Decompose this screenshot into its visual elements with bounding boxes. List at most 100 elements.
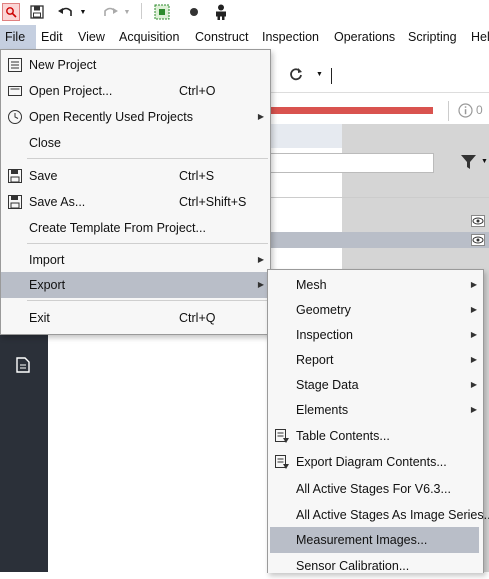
export-submenu: Mesh ▶ Geometry ▶ Inspection ▶ Report ▶ …	[267, 269, 489, 573]
menu-item-sensor-calibration[interactable]: Sensor Calibration...	[268, 553, 483, 579]
shortcut: Ctrl+S	[179, 169, 215, 183]
diagram-export-icon	[275, 455, 289, 469]
menu-separator	[27, 158, 268, 159]
info-count: 0	[476, 103, 483, 117]
menu-inspection[interactable]: Inspection	[257, 25, 324, 49]
menu-item-label: Elements	[296, 403, 349, 417]
refresh-dropdown-icon[interactable]: ▼	[316, 71, 323, 78]
menu-item-label: Stage Data	[296, 378, 359, 392]
menu-item-label: Open Project...	[29, 84, 113, 98]
redo-icon	[100, 3, 120, 21]
chevron-right-icon: ▶	[470, 305, 477, 314]
shortcut: Ctrl+Q	[179, 311, 216, 325]
menu-item-new-project[interactable]: New Project	[1, 52, 270, 78]
eye-icon[interactable]	[471, 215, 485, 230]
save-as-icon	[8, 195, 22, 209]
file-menu: New Project Open Project... Ctrl+O Open …	[0, 49, 271, 335]
menu-item-elements[interactable]: Elements ▶	[268, 397, 483, 423]
quick-access-toolbar: ▼ ▼	[0, 0, 489, 24]
menu-item-exit[interactable]: Exit Ctrl+Q	[1, 305, 270, 331]
menu-item-report[interactable]: Report ▶	[268, 347, 483, 373]
point-icon[interactable]	[186, 3, 202, 21]
filter-dropdown-icon[interactable]: ▼	[481, 158, 488, 165]
menu-item-inspection[interactable]: Inspection ▶	[268, 322, 483, 348]
chevron-right-icon: ▶	[470, 405, 477, 414]
menu-item-label: Export	[29, 278, 66, 292]
text-cursor	[331, 68, 332, 84]
menu-item-label: Geometry	[296, 303, 351, 317]
filter-icon[interactable]	[461, 155, 476, 172]
menu-item-save-as[interactable]: Save As... Ctrl+Shift+S	[1, 189, 270, 215]
menu-item-label: Save	[29, 169, 58, 183]
undo-dropdown-icon[interactable]: ▼	[78, 3, 88, 21]
menu-item-active-stages-image-series[interactable]: All Active Stages As Image Series...	[268, 502, 489, 528]
menu-item-label: Table Contents...	[296, 429, 390, 443]
toolbar-separator	[141, 3, 142, 19]
menu-scripting[interactable]: Scripting	[403, 25, 462, 49]
menu-help[interactable]: Hel	[466, 25, 489, 49]
app-icon[interactable]	[2, 3, 20, 21]
shortcut: Ctrl+Shift+S	[179, 195, 247, 209]
undo-icon[interactable]	[56, 3, 76, 21]
info-icon[interactable]	[458, 103, 473, 121]
document-icon[interactable]	[16, 357, 30, 376]
menu-item-create-template[interactable]: Create Template From Project...	[1, 215, 270, 241]
chevron-right-icon: ▶	[257, 255, 264, 264]
chevron-right-icon: ▶	[470, 380, 477, 389]
menu-item-open-project[interactable]: Open Project... Ctrl+O	[1, 78, 270, 104]
menu-edit[interactable]: Edit	[36, 25, 68, 49]
menu-item-close[interactable]: Close	[1, 130, 270, 156]
menu-view[interactable]: View	[73, 25, 110, 49]
menu-item-stage-data[interactable]: Stage Data ▶	[268, 372, 483, 398]
chevron-right-icon: ▶	[470, 280, 477, 289]
menu-item-label: All Active Stages As Image Series...	[296, 508, 489, 522]
new-project-icon	[8, 58, 22, 72]
save-icon	[8, 169, 22, 183]
menu-item-geometry[interactable]: Geometry ▶	[268, 297, 483, 323]
save-icon[interactable]	[28, 3, 46, 21]
open-project-icon	[8, 86, 22, 96]
chevron-right-icon: ▶	[257, 280, 264, 289]
progress-bar	[270, 107, 433, 114]
menu-construct[interactable]: Construct	[190, 25, 254, 49]
menu-item-label: Close	[29, 136, 61, 150]
menu-item-save[interactable]: Save Ctrl+S	[1, 163, 270, 189]
menu-item-label: All Active Stages For V6.3...	[296, 482, 451, 496]
menu-item-label: Inspection	[296, 328, 353, 342]
panel-header	[270, 124, 342, 148]
user-icon[interactable]	[212, 3, 230, 21]
menu-acquisition[interactable]: Acquisition	[114, 25, 184, 49]
tree-row-selected[interactable]	[270, 232, 489, 248]
menu-item-label: Export Diagram Contents...	[296, 455, 447, 469]
chevron-right-icon: ▶	[257, 112, 264, 121]
menu-item-import[interactable]: Import ▶	[1, 247, 270, 273]
menu-item-label: New Project	[29, 58, 97, 72]
eye-icon[interactable]	[471, 234, 485, 249]
refresh-icon[interactable]	[289, 67, 303, 84]
menu-item-label: Save As...	[29, 195, 86, 209]
menu-item-label: Open Recently Used Projects	[29, 110, 193, 124]
toolbar-separator	[448, 101, 449, 121]
chevron-right-icon: ▶	[470, 355, 477, 364]
menu-item-table-contents[interactable]: Table Contents...	[268, 423, 483, 449]
clock-icon	[8, 110, 22, 124]
menu-separator	[27, 243, 268, 244]
menu-separator	[27, 300, 268, 301]
menu-item-export[interactable]: Export ▶	[1, 272, 270, 298]
filter-input[interactable]	[270, 153, 434, 173]
menu-item-label: Measurement Images...	[296, 533, 428, 547]
menu-item-active-stages-v63[interactable]: All Active Stages For V6.3...	[268, 476, 483, 502]
menu-item-label: Sensor Calibration...	[296, 559, 410, 573]
divider	[270, 197, 489, 198]
menu-item-export-diagram[interactable]: Export Diagram Contents...	[268, 449, 483, 475]
menubar: File Edit View Acquisition Construct Ins…	[0, 25, 489, 49]
menu-item-label: Exit	[29, 311, 50, 325]
menu-item-label: Import	[29, 253, 65, 267]
menu-item-open-recent[interactable]: Open Recently Used Projects ▶	[1, 104, 270, 130]
selection-icon[interactable]	[153, 3, 171, 21]
menu-item-mesh[interactable]: Mesh ▶	[268, 272, 483, 298]
menu-file[interactable]: File	[0, 25, 36, 49]
table-export-icon	[275, 429, 289, 443]
menu-item-measurement-images[interactable]: Measurement Images...	[270, 527, 479, 553]
menu-operations[interactable]: Operations	[329, 25, 400, 49]
